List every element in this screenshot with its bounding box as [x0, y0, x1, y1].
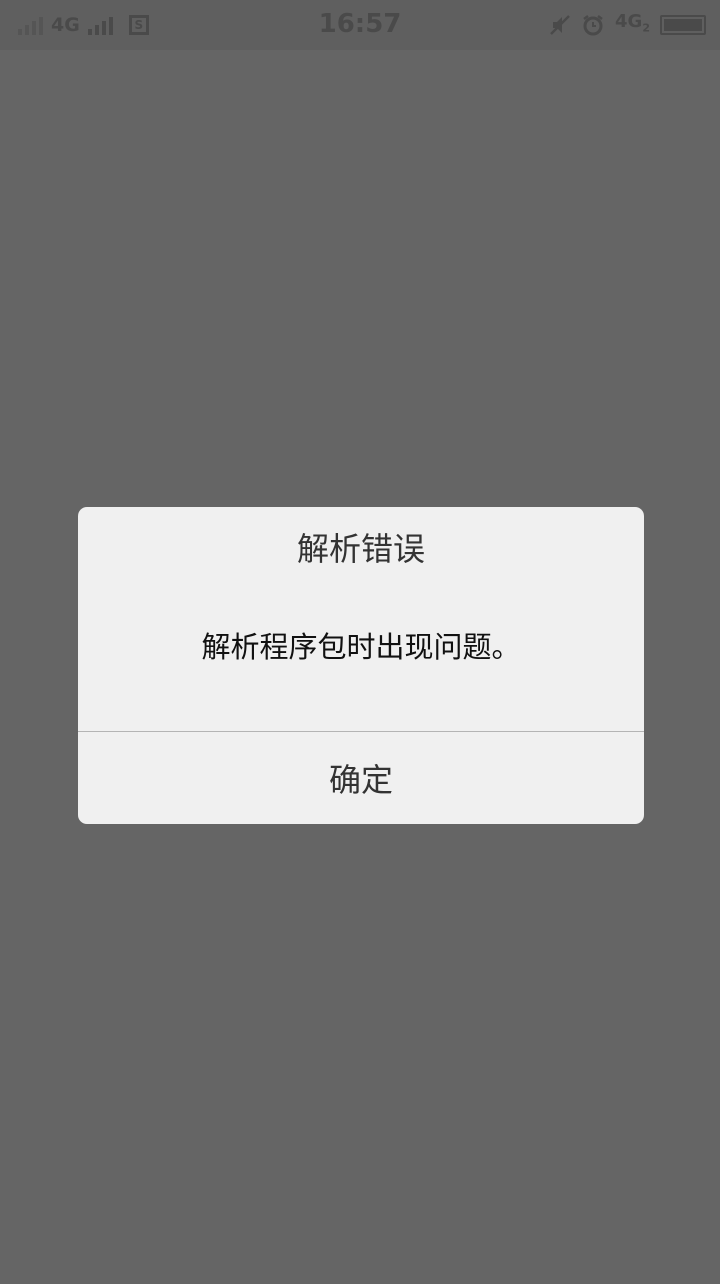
status-right: 4G2 — [549, 10, 706, 40]
battery-icon — [660, 15, 706, 35]
status-bar: 4G S 16:57 4G2 — [0, 0, 720, 50]
mute-icon — [550, 15, 570, 35]
error-dialog: 解析错误 解析程序包时出现问题。 确定 — [78, 507, 644, 824]
confirm-button[interactable]: 确定 — [78, 732, 644, 824]
network-type-2-label: 4G2 — [615, 10, 650, 35]
dialog-message: 解析程序包时出现问题。 — [201, 630, 521, 664]
alarm-icon — [583, 15, 603, 36]
screen: 4G S 16:57 4G2 解析错误 解析程序包时出现问题。 确定 — [0, 0, 720, 1284]
dialog-title: 解析错误 — [296, 530, 425, 568]
